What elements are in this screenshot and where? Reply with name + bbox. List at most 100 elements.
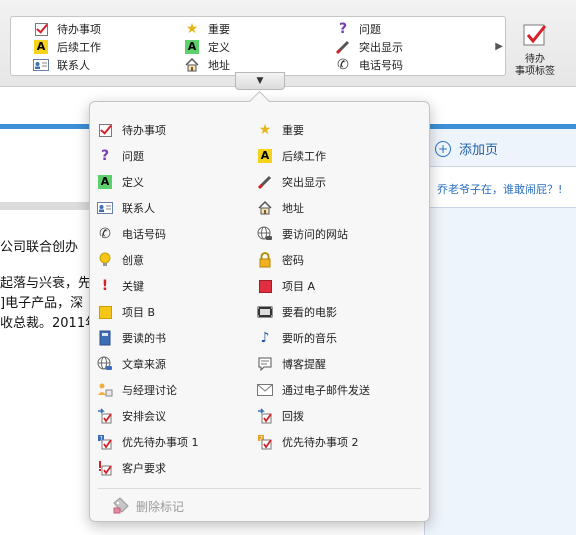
gallery-item-label: 电话号码 (359, 59, 403, 72)
todo-checkbox-icon (33, 21, 49, 37)
gallery-item-definition[interactable]: A 定义 (184, 38, 230, 56)
gallery-expand-button[interactable]: ▼ (235, 72, 285, 90)
gallery-item-highlight[interactable]: 突出显示 (335, 38, 403, 56)
menu-item-callback[interactable]: 回拨 (256, 406, 304, 426)
gallery-item-contact[interactable]: 联系人 (33, 56, 90, 74)
gallery-item-label: 后续工作 (57, 41, 101, 54)
menu-item-label: 博客提醒 (282, 358, 326, 371)
menu-item-schedule-meeting[interactable]: 安排会议 (96, 406, 166, 426)
menu-item-book[interactable]: 要读的书 (96, 328, 166, 348)
exclamation-icon: ! (101, 278, 109, 294)
menu-item-priority-1[interactable]: 1 优先待办事项 1 (96, 432, 199, 452)
menu-item-source[interactable]: 文章来源 (96, 354, 166, 374)
menu-item-contact[interactable]: 联系人 (96, 198, 155, 218)
gallery-item-important[interactable]: ★ 重要 (184, 20, 230, 38)
menu-item-definition[interactable]: A 定义 (96, 172, 144, 192)
menu-item-label: 问题 (122, 150, 144, 163)
globe-icon (256, 225, 274, 243)
letter-a-green-icon: A (184, 39, 200, 55)
lightbulb-icon (96, 251, 114, 269)
document-text-line: 起落与兴衰，先 (0, 276, 92, 291)
menu-item-label: 联系人 (122, 202, 155, 215)
menu-item-label: 创意 (122, 254, 144, 267)
menu-item-label: 项目 A (282, 280, 316, 293)
phone-icon: ✆ (99, 226, 111, 242)
gallery-item-follow-up[interactable]: A 后续工作 (33, 38, 101, 56)
menu-item-follow-up[interactable]: A 后续工作 (256, 146, 326, 166)
menu-item-client-request[interactable]: 客户要求 (96, 458, 166, 478)
menu-item-label: 突出显示 (282, 176, 326, 189)
menu-item-discuss-manager[interactable]: 与经理讨论 (96, 380, 177, 400)
menu-item-label: 电话号码 (122, 228, 166, 241)
menu-item-label: 定义 (122, 176, 144, 189)
globe-link-icon (96, 355, 114, 373)
gallery-item-todo[interactable]: 待办事项 (33, 20, 101, 38)
highlighter-icon (256, 173, 274, 191)
menu-item-website[interactable]: 要访问的网站 (256, 224, 348, 244)
menu-item-todo[interactable]: 待办事项 (96, 120, 166, 140)
page-list-item[interactable]: 乔老爷子在，谁敢闹屁？! (425, 167, 576, 208)
question-icon: ? (100, 148, 110, 164)
menu-item-label: 关键 (122, 280, 144, 293)
gallery-item-phone[interactable]: ✆ 电话号码 (335, 56, 403, 74)
menu-item-label: 安排会议 (122, 410, 166, 423)
menu-item-phone[interactable]: ✆ 电话号码 (96, 224, 166, 244)
gallery-item-label: 突出显示 (359, 41, 403, 54)
popup-caret (248, 90, 271, 113)
gallery-item-question[interactable]: ? 问题 (335, 20, 381, 38)
remove-tag-label: 删除标记 (136, 499, 185, 514)
film-icon (256, 303, 274, 321)
callback-icon (256, 407, 274, 425)
menu-item-question[interactable]: ? 问题 (96, 146, 144, 166)
menu-item-movie[interactable]: 要看的电影 (256, 302, 337, 322)
menu-item-priority-2[interactable]: 2 优先待办事项 2 (256, 432, 359, 452)
menu-item-address[interactable]: 地址 (256, 198, 304, 218)
menu-item-idea[interactable]: 创意 (96, 250, 144, 270)
book-icon (96, 329, 114, 347)
menu-item-label: 优先待办事项 1 (122, 436, 199, 449)
music-note-icon: ♪ (260, 330, 270, 346)
menu-item-label: 客户要求 (122, 462, 166, 475)
contact-card-icon (96, 199, 114, 217)
menu-item-password[interactable]: 密码 (256, 250, 304, 270)
divider (98, 488, 421, 489)
menu-item-music[interactable]: ♪ 要听的音乐 (256, 328, 337, 348)
menu-item-label: 项目 B (122, 306, 156, 319)
todo-tag-label-line2: 事项标签 (515, 66, 555, 77)
menu-item-highlight[interactable]: 突出显示 (256, 172, 326, 192)
page-title-link: 乔老爷子在，谁敢闹屁？! (437, 183, 563, 196)
gallery-item-label: 问题 (359, 23, 381, 36)
plus-circle-icon: + (435, 140, 451, 157)
menu-item-critical[interactable]: ! 关键 (96, 276, 144, 296)
menu-item-important[interactable]: ★ 重要 (256, 120, 304, 140)
menu-item-label: 重要 (282, 124, 304, 137)
tags-gallery: 待办事项 A 后续工作 联系人 ★ 重要 A 定义 地址 ? 问题 突出显示 ✆… (10, 16, 506, 76)
todo-checkbox-icon (96, 121, 114, 139)
priority-1-icon: 1 (96, 433, 114, 451)
house-icon (184, 57, 200, 73)
priority-2-icon: 2 (256, 433, 274, 451)
letter-a-yellow-icon: A (33, 39, 49, 55)
speech-bubble-icon (256, 355, 274, 373)
menu-item-project-b[interactable]: 项目 B (96, 302, 155, 322)
document-text-line: 收总裁。2011年 (0, 316, 99, 331)
menu-item-blog[interactable]: 博客提醒 (256, 354, 326, 374)
chevron-down-icon: ▼ (256, 76, 264, 86)
menu-item-label: 回拨 (282, 410, 304, 423)
remove-tag-button[interactable]: 删除标记 (112, 496, 184, 516)
gallery-item-address[interactable]: 地址 (184, 56, 230, 74)
gallery-scroll-right-icon[interactable]: ▶ (495, 41, 503, 52)
gallery-item-label: 待办事项 (57, 23, 101, 36)
todo-tag-button[interactable]: 待办 事项标签 (510, 18, 560, 82)
add-page-button[interactable]: + 添加页 (435, 139, 498, 158)
document-text-line: ]电子产品，深 (0, 296, 84, 311)
tags-dropdown-menu: 待办事项 ? 问题 A 定义 联系人 ✆ 电话号码 创意 ! 关键 项目 B 要… (89, 90, 430, 522)
menu-item-email[interactable]: 通过电子邮件发送 (256, 380, 370, 400)
todo-tag-label-line1: 待办 (525, 54, 545, 65)
menu-item-project-a[interactable]: 项目 A (256, 276, 315, 296)
menu-item-label: 后续工作 (282, 150, 326, 163)
phone-icon: ✆ (337, 57, 349, 73)
add-page-label: 添加页 (459, 143, 499, 158)
menu-item-label: 密码 (282, 254, 304, 267)
yellow-square-icon (96, 303, 114, 321)
